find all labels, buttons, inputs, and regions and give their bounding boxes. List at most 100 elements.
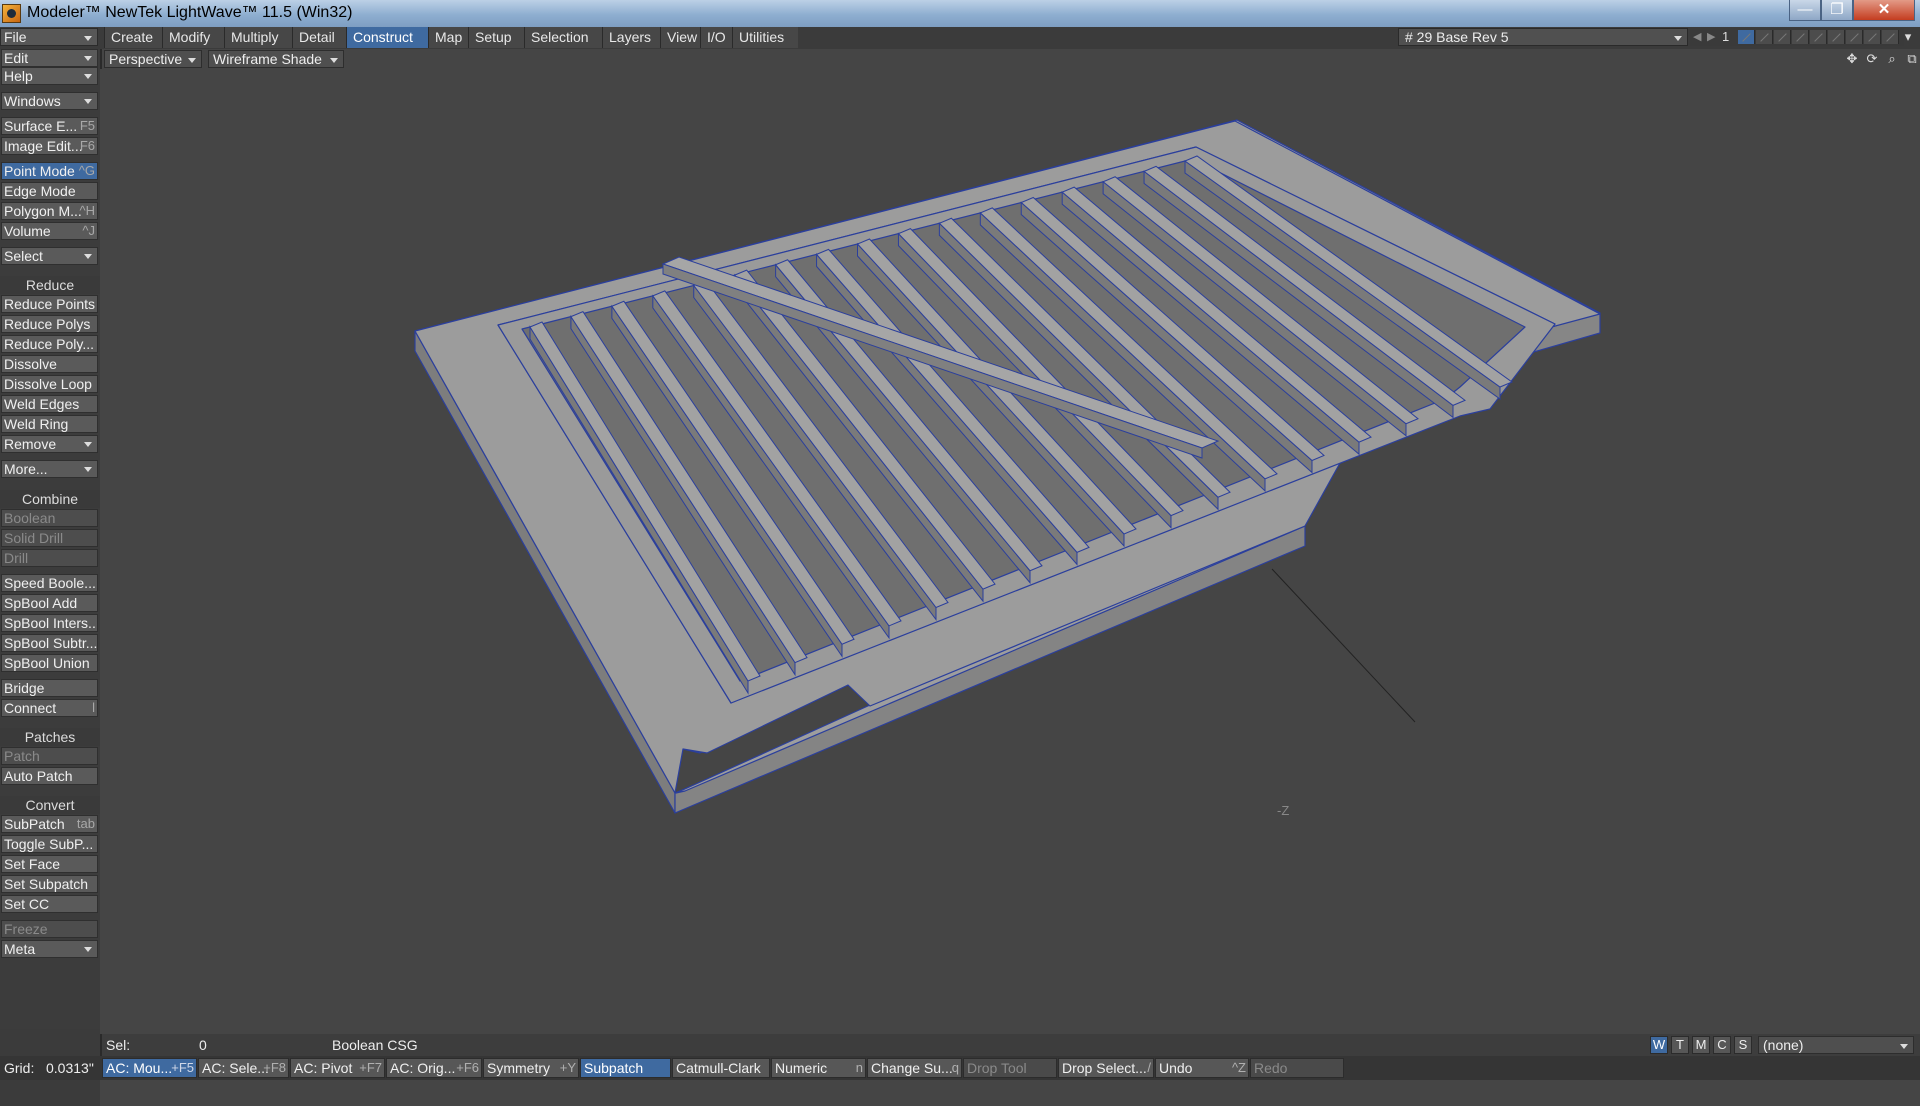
- image-editor-button[interactable]: Image Edit... F6: [1, 137, 98, 155]
- rotate-view-icon[interactable]: ⟳: [1864, 51, 1880, 67]
- tab-selection[interactable]: Selection: [524, 27, 602, 48]
- spbool-intersect-button[interactable]: SpBool Inters...: [1, 614, 98, 632]
- close-button[interactable]: ✕: [1853, 0, 1915, 21]
- prev-layer-icon[interactable]: ◀: [1693, 30, 1701, 43]
- tab-map[interactable]: Map: [428, 27, 468, 48]
- color-toggle[interactable]: C: [1713, 1036, 1731, 1054]
- spbool-subtract-button[interactable]: SpBool Subtr...: [1, 634, 98, 652]
- surface-dropdown[interactable]: (none): [1758, 1036, 1914, 1054]
- connect-button[interactable]: Connect l: [1, 699, 98, 717]
- catmull-clark-button[interactable]: Catmull-Clark: [672, 1058, 770, 1078]
- tab-layers[interactable]: Layers: [602, 27, 660, 48]
- drop-tool-button[interactable]: Drop Tool: [963, 1058, 1057, 1078]
- tab-construct[interactable]: Construct: [346, 27, 428, 48]
- layer-bank: ◀ ▶ 1: [1690, 28, 1904, 46]
- maximize-view-icon[interactable]: ⧉: [1904, 51, 1920, 67]
- wireframe-toggle[interactable]: W: [1650, 1036, 1668, 1054]
- set-face-button[interactable]: Set Face: [1, 855, 98, 873]
- redo-button[interactable]: Redo: [1250, 1058, 1344, 1078]
- windows-menu[interactable]: Windows: [1, 92, 98, 110]
- boolean-button[interactable]: Boolean: [1, 509, 98, 527]
- tab-multiply[interactable]: Multiply: [224, 27, 292, 48]
- ac-origin-button[interactable]: AC: Orig... +F6: [386, 1058, 482, 1078]
- polygon-mode-button[interactable]: Polygon M... ^H: [1, 202, 98, 220]
- shading-dropdown[interactable]: Wireframe Shade: [208, 50, 344, 68]
- layer-cell[interactable]: [1882, 30, 1899, 44]
- layer-cell[interactable]: [1810, 30, 1827, 44]
- spbool-union-button[interactable]: SpBool Union: [1, 654, 98, 672]
- weld-ring-button[interactable]: Weld Ring: [1, 415, 98, 433]
- tab-utilities[interactable]: Utilities: [732, 27, 798, 48]
- weld-edges-button[interactable]: Weld Edges: [1, 395, 98, 413]
- set-subpatch-button[interactable]: Set Subpatch: [1, 875, 98, 893]
- maximize-button[interactable]: ❐: [1821, 0, 1853, 21]
- ac-mouse-button[interactable]: AC: Mou... +F5: [102, 1058, 197, 1078]
- help-menu[interactable]: Help: [1, 67, 98, 85]
- next-layer-icon[interactable]: ▶: [1707, 30, 1715, 43]
- remove-menu[interactable]: Remove: [1, 435, 98, 453]
- layer-menu-chevron-icon[interactable]: ▾: [1900, 29, 1916, 45]
- volume-mode-button[interactable]: Volume ^J: [1, 222, 98, 240]
- select-menu[interactable]: Select: [1, 247, 98, 265]
- layer-cell[interactable]: [1864, 30, 1881, 44]
- minimize-button[interactable]: —: [1789, 0, 1821, 21]
- tab-modify[interactable]: Modify: [162, 27, 224, 48]
- toggle-subpatch-button[interactable]: Toggle SubP...: [1, 835, 98, 853]
- ac-selection-button[interactable]: AC: Sele... +F8: [198, 1058, 289, 1078]
- numeric-button[interactable]: Numeric n: [771, 1058, 866, 1078]
- freeze-button[interactable]: Freeze: [1, 920, 98, 938]
- layer-cell[interactable]: [1828, 30, 1845, 44]
- solid-drill-button[interactable]: Solid Drill: [1, 529, 98, 547]
- edit-menu[interactable]: Edit: [1, 49, 98, 67]
- subpatch-button[interactable]: SubPatch tab: [1, 815, 98, 833]
- set-cc-button[interactable]: Set CC: [1, 895, 98, 913]
- perspective-viewport[interactable]: -Z: [100, 69, 1920, 1034]
- symmetry-button[interactable]: Symmetry +Y: [483, 1058, 579, 1078]
- file-menu-label: File: [4, 29, 27, 45]
- reduce-poly-more-button[interactable]: Reduce Poly...: [1, 335, 98, 353]
- surface-editor-button[interactable]: Surface E... F5: [1, 117, 98, 135]
- file-menu[interactable]: File: [0, 28, 98, 46]
- tab-view[interactable]: View: [660, 27, 700, 48]
- dissolve-loop-button[interactable]: Dissolve Loop: [1, 375, 98, 393]
- reduce-points-button[interactable]: Reduce Points: [1, 295, 98, 313]
- tab-detail[interactable]: Detail: [292, 27, 346, 48]
- spbool-add-button[interactable]: SpBool Add: [1, 594, 98, 612]
- dissolve-button[interactable]: Dissolve: [1, 355, 98, 373]
- ac-pivot-button[interactable]: AC: Pivot +F7: [290, 1058, 385, 1078]
- texture-toggle[interactable]: T: [1671, 1036, 1689, 1054]
- drop-selection-button[interactable]: Drop Select... /: [1058, 1058, 1154, 1078]
- auto-patch-button[interactable]: Auto Patch: [1, 767, 98, 785]
- edge-mode-button[interactable]: Edge Mode: [1, 182, 98, 200]
- tab-create[interactable]: Create: [104, 27, 162, 48]
- more-menu[interactable]: More...: [1, 460, 98, 478]
- layer-cell[interactable]: [1846, 30, 1863, 44]
- bridge-button[interactable]: Bridge: [1, 679, 98, 697]
- view-type-dropdown[interactable]: Perspective: [104, 50, 202, 68]
- patch-button[interactable]: Patch: [1, 747, 98, 765]
- reduce-polys-button[interactable]: Reduce Polys: [1, 315, 98, 333]
- subpatch-toggle-button[interactable]: Subpatch: [580, 1058, 671, 1078]
- title-bar: Modeler™ NewTek LightWave™ 11.5 (Win32) …: [0, 0, 1920, 27]
- zoom-view-icon[interactable]: ⌕: [1884, 51, 1900, 67]
- morph-toggle[interactable]: M: [1692, 1036, 1710, 1054]
- speed-boolean-button[interactable]: Speed Boole...: [1, 574, 98, 592]
- tab-setup[interactable]: Setup: [468, 27, 524, 48]
- drill-button[interactable]: Drill: [1, 549, 98, 567]
- point-mode-button[interactable]: Point Mode ^G: [1, 162, 98, 180]
- selection-label: Sel:: [106, 1037, 131, 1053]
- layer-cell[interactable]: [1792, 30, 1809, 44]
- layer-dropdown[interactable]: # 29 Base Rev 5: [1398, 28, 1688, 46]
- layer-cell[interactable]: [1756, 30, 1773, 44]
- sketch-toggle[interactable]: S: [1734, 1036, 1752, 1054]
- tab-io[interactable]: I/O: [700, 27, 732, 48]
- change-surface-button[interactable]: Change Su... q: [867, 1058, 962, 1078]
- bottom-bar: Grid: 0.0313" AC: Mou... +F5 AC: Sele... +F…: [0, 1056, 1920, 1080]
- undo-button[interactable]: Undo ^Z: [1155, 1058, 1249, 1078]
- button-label: Connect: [4, 700, 57, 716]
- shortcut: +F6: [456, 1060, 479, 1075]
- layer-cell[interactable]: [1738, 30, 1755, 44]
- meta-menu[interactable]: Meta: [1, 940, 98, 958]
- move-view-icon[interactable]: ✥: [1844, 51, 1860, 67]
- layer-cell[interactable]: [1774, 30, 1791, 44]
